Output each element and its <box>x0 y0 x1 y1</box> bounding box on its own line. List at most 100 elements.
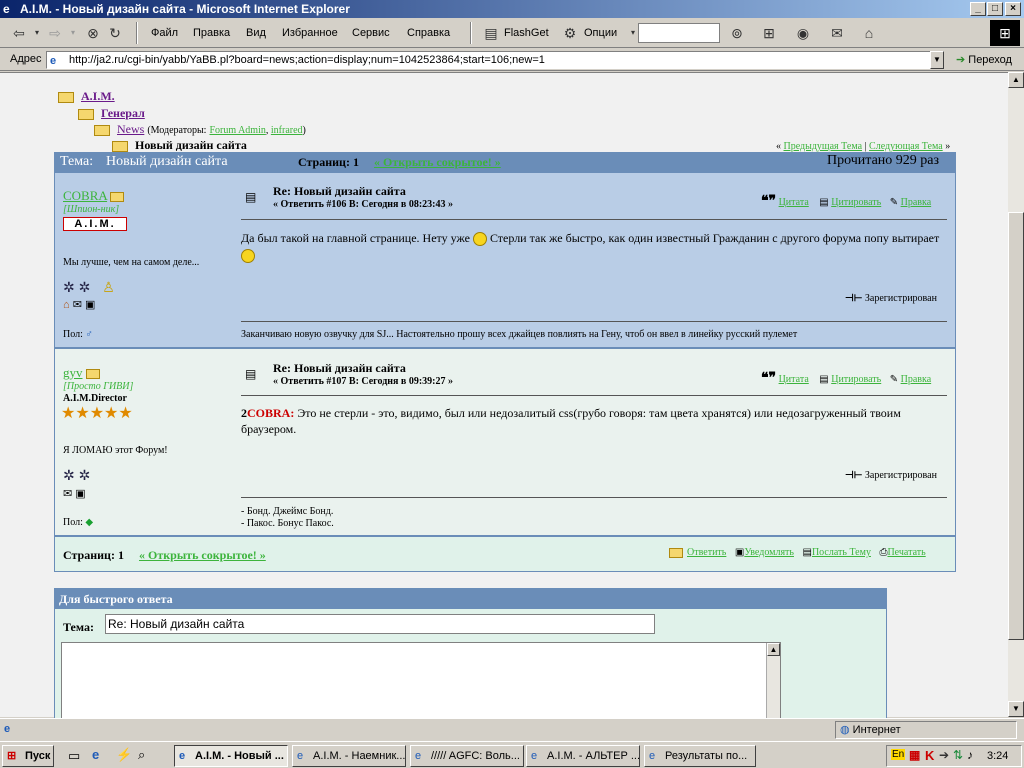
task-aim-new-design[interactable]: e A.I.M. - Новый ... <box>174 745 288 767</box>
menu-view[interactable]: Вид <box>246 27 266 39</box>
cite-link[interactable]: Цитировать <box>831 197 881 208</box>
flashget-button[interactable]: FlashGet <box>504 27 549 39</box>
mail-icon[interactable]: ✉ <box>828 24 846 42</box>
task-label: A.I.M. - Наемник... <box>313 750 406 762</box>
star-icon: ★ <box>75 405 90 422</box>
moderator-link-forum-admin[interactable]: Forum Admin <box>209 125 265 136</box>
desktop-icon[interactable]: ▭ <box>68 748 80 764</box>
search-icon[interactable]: ⊚ <box>728 24 746 42</box>
quick-reply-message-textarea[interactable]: ▲ <box>61 642 781 722</box>
scroll-up-icon[interactable]: ▲ <box>1008 72 1024 88</box>
address-input[interactable]: e http://ja2.ru/cgi-bin/yabb/YaBB.pl?boa… <box>46 51 944 69</box>
open-hidden-link[interactable]: « Открыть сокрытое! » <box>374 155 501 170</box>
breadcrumb-link-news[interactable]: News <box>117 122 144 136</box>
history-icon[interactable]: ◉ <box>794 24 812 42</box>
notify-link[interactable]: Уведомлять <box>744 547 794 558</box>
back-dropdown-icon[interactable]: ▾ <box>28 24 46 42</box>
post-divider <box>241 395 947 396</box>
menu-favorites[interactable]: Избранное <box>282 27 338 39</box>
task-search-results[interactable]: e Результаты по... <box>644 745 756 767</box>
profile-icon[interactable] <box>110 192 125 203</box>
winamp-icon[interactable]: ⚡ <box>116 747 132 763</box>
post-actions: ❝❞ Цитата ▤ Цитировать ✎ Правка <box>761 193 931 210</box>
window-title: A.I.M. - Новый дизайн сайта - Microsoft … <box>20 2 350 16</box>
star-icon: ★ <box>104 405 119 422</box>
quick-reply-subject-input[interactable] <box>105 614 655 634</box>
print-link[interactable]: Печатать <box>887 547 925 558</box>
breadcrumb-link-aim[interactable]: A.I.M. <box>81 89 115 103</box>
scroll-thumb[interactable] <box>1008 212 1024 640</box>
kaspersky-icon[interactable]: K <box>925 748 934 763</box>
reply-link[interactable]: Ответить <box>687 547 726 558</box>
flashget-tray-icon[interactable]: ➔ <box>939 748 949 762</box>
tray-app-icon[interactable]: ▦ <box>909 748 920 762</box>
post-author-gyv[interactable]: gyv <box>63 365 83 380</box>
star-icon: ★ <box>118 405 133 422</box>
page-scrollbar[interactable]: ▲ ▼ <box>1008 72 1024 717</box>
pm-icon[interactable]: ▣ <box>85 299 95 311</box>
quote-link[interactable]: Цитата <box>779 374 809 385</box>
next-topic-link[interactable]: Следующая Тема <box>869 141 943 152</box>
pm-icon[interactable]: ▣ <box>75 488 85 500</box>
search-quicklaunch-icon[interactable]: ⌕ <box>138 747 145 763</box>
textarea-scrollbar[interactable]: ▲ <box>766 643 780 721</box>
post-author-cobra[interactable]: COBRA <box>63 188 107 203</box>
options-icon[interactable]: ⚙ <box>561 24 579 42</box>
menu-help[interactable]: Справка <box>407 27 450 39</box>
menu-edit[interactable]: Правка <box>193 27 230 39</box>
author-tagline: Мы лучше, чем на самом деле... <box>63 257 200 268</box>
prev-topic-link[interactable]: Предыдущая Тема <box>784 141 863 152</box>
menu-tools[interactable]: Сервис <box>352 27 390 39</box>
flashget-icon[interactable]: ▤ <box>482 24 500 42</box>
language-indicator[interactable]: En <box>891 749 906 760</box>
stop-icon[interactable]: ⊗ <box>84 24 102 42</box>
menu-file[interactable]: Файл <box>151 27 178 39</box>
textarea-scroll-up-icon[interactable]: ▲ <box>767 643 780 656</box>
task-aim-mercenary[interactable]: e A.I.M. - Наемник... <box>292 745 406 767</box>
folder-icon <box>58 91 74 103</box>
quick-reply-subject-label: Тема: <box>63 620 94 634</box>
moderators-prefix: (Модераторы: <box>147 125 207 136</box>
author-group-text: [Просто ГИВИ] <box>63 381 134 392</box>
fullscreen-icon[interactable]: ⊞ <box>760 24 778 42</box>
forward-dropdown-icon[interactable]: ▾ <box>64 24 82 42</box>
minimize-button[interactable]: _ <box>970 2 986 16</box>
home-icon[interactable]: ⌂ <box>63 299 70 311</box>
asterisk-icon: ✲ <box>78 467 91 483</box>
footer-open-hidden-link[interactable]: « Открыть сокрытое! » <box>139 548 266 563</box>
go-button[interactable]: ➔ Переход <box>956 53 1012 66</box>
maximize-button[interactable]: □ <box>987 2 1003 16</box>
post-subject: Re: Новый дизайн сайта <box>273 184 406 198</box>
start-label: Пуск <box>25 750 51 762</box>
edit-link[interactable]: Правка <box>901 197 932 208</box>
breadcrumb-link-general[interactable]: Генерал <box>101 106 145 120</box>
email-icon[interactable]: ✉ <box>73 299 82 311</box>
cite-link[interactable]: Цитировать <box>831 374 881 385</box>
edit-link[interactable]: Правка <box>901 374 932 385</box>
task-label: Результаты по... <box>665 750 748 762</box>
moderator-link-infrared[interactable]: infrared <box>271 125 303 136</box>
address-dropdown-icon[interactable]: ▼ <box>930 51 944 69</box>
registered-label: Зарегистрирован <box>864 470 937 481</box>
refresh-icon[interactable]: ↻ <box>106 24 124 42</box>
toolbar-search-input[interactable] <box>638 23 720 43</box>
forward-icon[interactable]: ⇨ <box>46 24 64 42</box>
task-aim-alter[interactable]: e A.I.M. - АЛЬТЕР ... <box>526 745 640 767</box>
task-agfc[interactable]: e ///// AGFC: Воль... <box>410 745 524 767</box>
ie-quicklaunch-icon[interactable]: e <box>92 747 99 762</box>
scroll-down-icon[interactable]: ▼ <box>1008 701 1024 717</box>
options-button[interactable]: Опции <box>584 27 617 39</box>
email-icon[interactable]: ✉ <box>63 488 72 500</box>
gem-icon: ◆ <box>85 517 94 528</box>
send-topic-link[interactable]: Послать Тему <box>812 547 871 558</box>
quote-link[interactable]: Цитата <box>779 197 809 208</box>
ie-icon: e <box>415 750 422 762</box>
post-body-part2: Стерли так же быстро, как один известный… <box>489 231 940 245</box>
network-icon[interactable]: ⇅ <box>953 748 963 762</box>
home-icon[interactable]: ⌂ <box>860 24 878 42</box>
profile-icon[interactable] <box>85 369 100 380</box>
back-icon[interactable]: ⇦ <box>10 24 28 42</box>
volume-icon[interactable]: ♪ <box>967 748 973 762</box>
start-button[interactable]: ⊞ Пуск <box>2 745 54 767</box>
close-button[interactable]: × <box>1005 2 1021 16</box>
